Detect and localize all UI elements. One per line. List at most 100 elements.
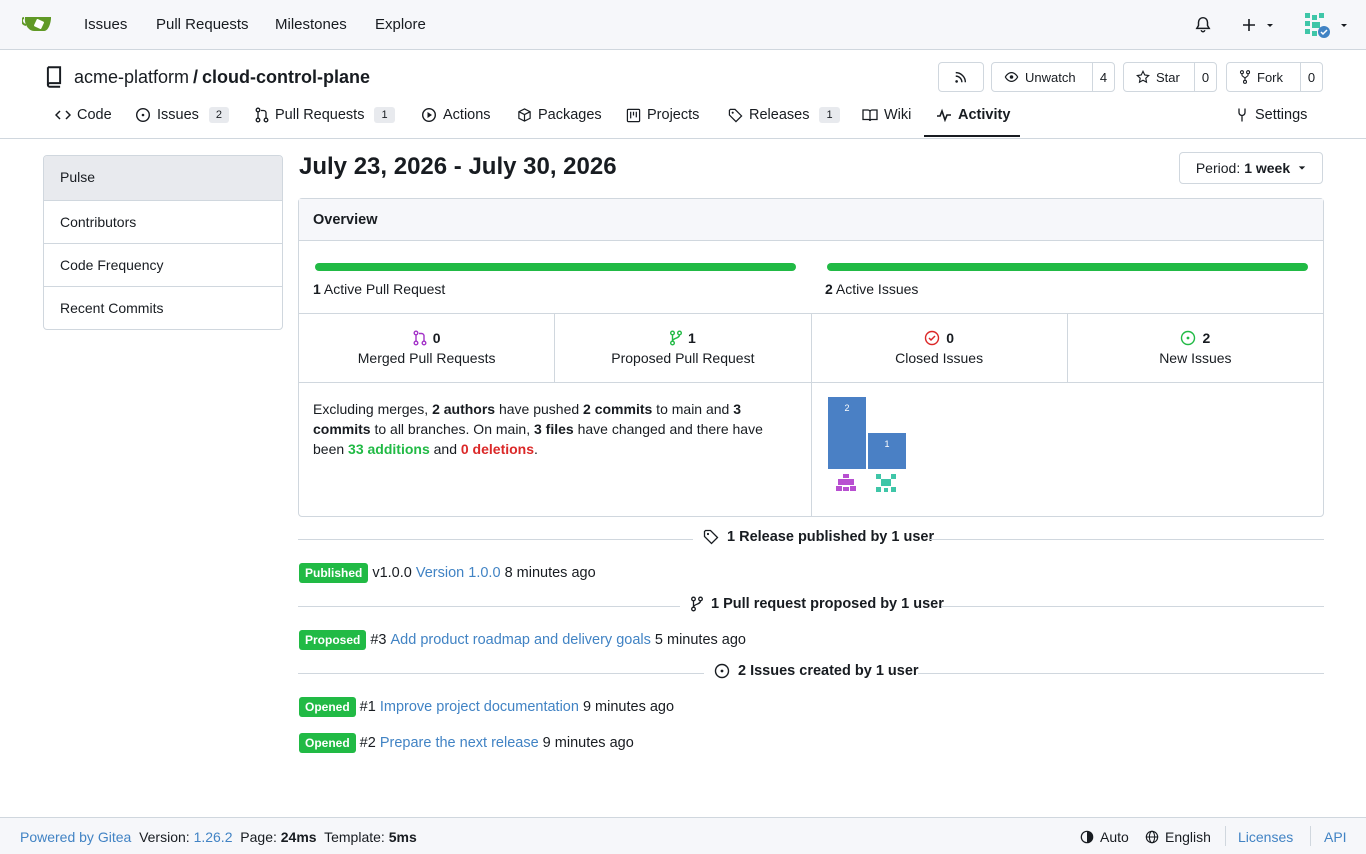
play-circle-icon <box>421 107 437 123</box>
pr-time: 5 minutes ago <box>654 632 746 648</box>
pr-entry: Proposed #3 Add product roadmap and deli… <box>299 630 746 650</box>
create-new-button[interactable] <box>1241 0 1275 50</box>
fork-count[interactable]: 0 <box>1300 63 1322 91</box>
tab-packages[interactable]: Packages <box>517 107 602 123</box>
stat-number: 2 <box>1202 330 1211 346</box>
pr-link[interactable]: Add product roadmap and delivery goals <box>391 632 651 648</box>
stat-closed-issues[interactable]: 0 Closed Issues <box>810 314 1067 382</box>
stat-new-issues[interactable]: 2 New Issues <box>1066 314 1323 382</box>
template-time-label: Template: <box>324 829 385 845</box>
sidebar-item-code-frequency[interactable]: Code Frequency <box>44 243 282 286</box>
tab-projects[interactable]: Projects <box>626 107 699 123</box>
theme-icon <box>1080 830 1094 844</box>
issue-number: #1 <box>359 699 376 715</box>
star-button[interactable]: Star <box>1124 63 1194 91</box>
footer-divider <box>1225 826 1226 846</box>
stat-proposed-prs[interactable]: 1 Proposed Pull Request <box>554 314 810 382</box>
active-prs-summary[interactable]: 1 Active Pull Request <box>313 281 445 297</box>
stat-number: 0 <box>946 330 955 346</box>
stat-number: 1 <box>687 330 696 346</box>
stat-label: Proposed Pull Request <box>611 350 755 366</box>
repo-icon <box>44 66 64 88</box>
nav-explore[interactable]: Explore <box>375 16 426 33</box>
period-value: 1 week <box>1244 160 1291 176</box>
star-icon <box>1136 70 1150 84</box>
fork-button[interactable]: Fork <box>1227 63 1300 91</box>
commit-summary: Excluding merges, 2 authors have pushed … <box>313 399 783 459</box>
active-issues-summary[interactable]: 2 Active Issues <box>825 281 918 297</box>
release-link[interactable]: Version 1.0.0 <box>416 565 501 581</box>
stat-label: Merged Pull Requests <box>357 350 496 366</box>
watch-count[interactable]: 4 <box>1092 63 1114 91</box>
tab-code[interactable]: Code <box>55 107 112 123</box>
notifications-button[interactable] <box>1194 0 1212 50</box>
version-link[interactable]: 1.26.2 <box>194 829 233 845</box>
author-avatar[interactable] <box>875 473 897 493</box>
overview-title: Overview <box>299 199 1323 241</box>
sidebar-item-contributors[interactable]: Contributors <box>44 200 282 243</box>
author-commit-bar[interactable]: 2 <box>828 397 866 469</box>
repo-owner-link[interactable]: acme-platform <box>74 67 189 88</box>
star-count[interactable]: 0 <box>1194 63 1216 91</box>
summary-text: and <box>429 441 461 457</box>
author-commit-bar[interactable]: 1 <box>868 433 906 469</box>
divider-line <box>930 539 1324 540</box>
rss-button[interactable] <box>938 62 984 92</box>
nav-issues[interactable]: Issues <box>84 16 127 33</box>
sidebar-item-recent-commits[interactable]: Recent Commits <box>44 286 282 329</box>
watch-button-group: Unwatch 4 <box>991 62 1115 92</box>
footer-divider <box>1310 826 1311 846</box>
summary-text: Excluding merges, <box>313 401 433 417</box>
issue-link[interactable]: Prepare the next release <box>380 735 539 751</box>
unwatch-button[interactable]: Unwatch <box>992 63 1092 91</box>
api-link[interactable]: API <box>1324 829 1347 845</box>
pr-section-header: 1 Pull request proposed by 1 user <box>298 596 1324 616</box>
divider-line <box>298 606 680 607</box>
sidebar-item-pulse[interactable]: Pulse <box>44 156 282 200</box>
gitea-logo-icon[interactable] <box>22 12 54 38</box>
tab-wiki[interactable]: Wiki <box>862 107 911 123</box>
tab-actions[interactable]: Actions <box>421 107 491 123</box>
bell-icon <box>1194 16 1212 34</box>
pr-number: #3 <box>370 632 387 648</box>
caret-down-icon <box>1339 20 1349 30</box>
language-selector[interactable]: English <box>1145 829 1211 845</box>
branch-icon <box>691 596 703 612</box>
star-button-group: Star 0 <box>1123 62 1217 92</box>
overview-stats: 0 Merged Pull Requests 1 Proposed Pull R… <box>299 313 1323 383</box>
pull-request-icon <box>255 107 269 123</box>
branch-icon <box>669 330 682 346</box>
issue-icon <box>714 663 730 679</box>
page-time-label: Page: <box>240 829 277 845</box>
tab-releases[interactable]: Releases 1 <box>728 107 840 123</box>
tab-packages-label: Packages <box>538 107 602 123</box>
issue-closed-icon <box>924 330 940 346</box>
tab-activity[interactable]: Activity <box>936 107 1010 123</box>
tab-issues[interactable]: Issues 2 <box>135 107 230 123</box>
unwatch-label: Unwatch <box>1025 69 1076 85</box>
release-entry: Published v1.0.0 Version 1.0.0 8 minutes… <box>299 563 596 583</box>
issue-link[interactable]: Improve project documentation <box>380 699 579 715</box>
licenses-link[interactable]: Licenses <box>1238 829 1293 845</box>
user-menu-button[interactable] <box>1303 0 1349 50</box>
fork-label: Fork <box>1257 69 1283 85</box>
tab-actions-label: Actions <box>443 107 491 123</box>
tab-settings[interactable]: Settings <box>1235 107 1307 123</box>
author-avatar[interactable] <box>835 473 857 493</box>
footer: Powered by Gitea Version: 1.26.2 Page: 2… <box>0 817 1366 854</box>
theme-selector[interactable]: Auto <box>1080 829 1129 845</box>
nav-pull-requests[interactable]: Pull Requests <box>156 16 249 33</box>
tag-icon <box>728 108 743 123</box>
repo-name-link[interactable]: cloud-control-plane <box>202 67 370 88</box>
period-dropdown[interactable]: Period: 1 week <box>1179 152 1323 184</box>
stat-merged-prs[interactable]: 0 Merged Pull Requests <box>299 314 554 382</box>
tab-pull-requests[interactable]: Pull Requests 1 <box>255 107 395 123</box>
commits-main-count: 2 commits <box>583 401 653 417</box>
tab-pulls-label: Pull Requests <box>275 107 365 123</box>
summary-text: to all branches. On main, <box>370 421 534 437</box>
stat-label: New Issues <box>1159 350 1232 366</box>
nav-milestones[interactable]: Milestones <box>275 16 347 33</box>
opened-badge: Opened <box>299 697 356 717</box>
tab-activity-label: Activity <box>958 107 1011 123</box>
powered-by-link[interactable]: Powered by Gitea <box>20 829 131 845</box>
